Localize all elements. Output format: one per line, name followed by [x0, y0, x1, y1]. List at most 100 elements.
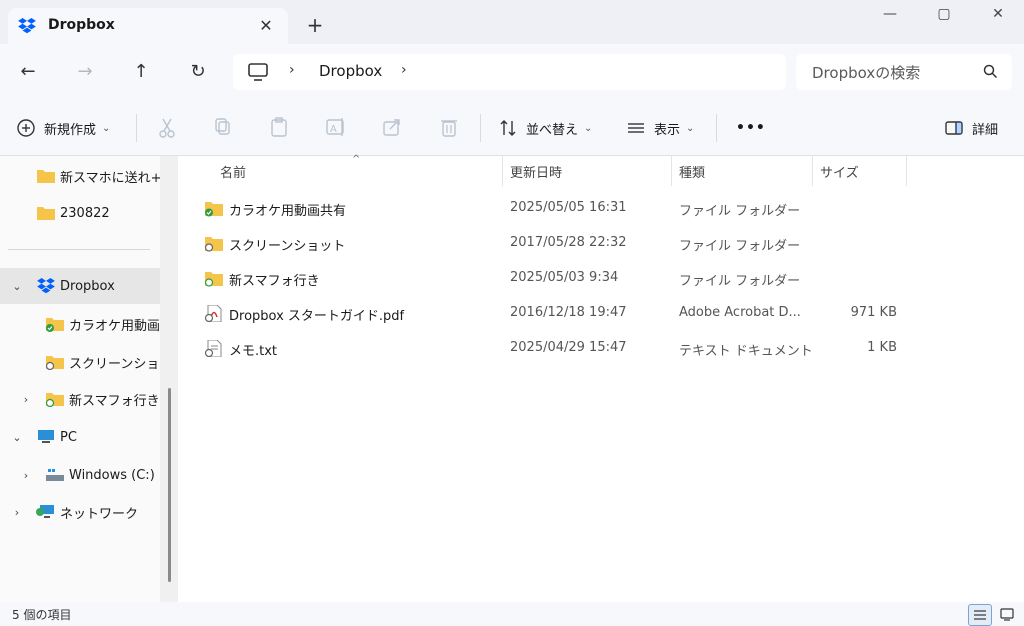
- column-divider[interactable]: [502, 156, 503, 186]
- sidebar-item-new-phone-folder[interactable]: 新スマホに送れ+R: [0, 158, 160, 194]
- file-name: スクリーンショット: [229, 239, 346, 254]
- computer-icon: [248, 63, 268, 81]
- refresh-button[interactable]: ↻: [184, 58, 212, 86]
- sidebar-item-network[interactable]: › ネットワーク: [0, 494, 160, 530]
- file-type: Adobe Acrobat D...: [679, 305, 801, 320]
- column-header-type[interactable]: 種類: [679, 156, 705, 186]
- sort-button-label: 並べ替え: [526, 122, 579, 138]
- close-window-button[interactable]: ✕: [974, 0, 1022, 30]
- breadcrumb-separator-icon[interactable]: ›: [401, 62, 407, 78]
- chevron-down-icon: ⌄: [584, 122, 593, 134]
- sidebar-item-label: 新スマフォ行き: [69, 393, 160, 409]
- file-type: ファイル フォルダー: [679, 204, 801, 219]
- status-bar: 5 個の項目: [0, 602, 1024, 626]
- command-bar: 新規作成 ⌄ A 並べ替え ⌄ 表示 ⌄ ••• 詳細: [0, 100, 1024, 156]
- drive-icon: [46, 469, 64, 481]
- pc-icon: [38, 430, 54, 443]
- column-divider[interactable]: [671, 156, 672, 186]
- sidebar-item-pc[interactable]: ⌄ PC: [0, 419, 160, 455]
- back-button[interactable]: ←: [14, 58, 42, 86]
- folder-icon: [37, 170, 55, 183]
- search-icon[interactable]: [982, 63, 1000, 81]
- shared-folder-icon: [205, 202, 223, 217]
- chevron-down-icon[interactable]: ⌄: [10, 431, 24, 444]
- chevron-down-icon: ⌄: [686, 122, 695, 134]
- details-pane-label: 詳細: [972, 122, 999, 138]
- details-view-icon: [974, 610, 986, 620]
- file-row[interactable]: Dropbox スタートガイド.pdf 2016/12/18 19:47 Ado…: [196, 296, 912, 331]
- breadcrumb-dropbox[interactable]: Dropbox: [319, 62, 382, 80]
- sidebar-item-label: カラオケ用動画共: [69, 318, 160, 334]
- chevron-right-icon[interactable]: ›: [19, 469, 33, 482]
- sort-icon: [500, 120, 516, 136]
- chevron-right-icon[interactable]: ›: [19, 393, 33, 406]
- file-date: 2025/05/05 16:31: [510, 200, 627, 215]
- maximize-button[interactable]: ▢: [920, 0, 968, 30]
- sidebar-item-screenshots[interactable]: スクリーンショット: [0, 344, 160, 380]
- paste-icon[interactable]: [269, 114, 289, 142]
- minimize-button[interactable]: —: [866, 0, 914, 30]
- file-size: 971 KB: [850, 305, 897, 320]
- file-type: ファイル フォルダー: [679, 239, 801, 254]
- share-icon[interactable]: [382, 114, 402, 142]
- sidebar-item-label: スクリーンショット: [69, 356, 160, 372]
- address-bar[interactable]: › Dropbox ›: [233, 54, 786, 90]
- details-pane-button[interactable]: 詳細: [944, 114, 998, 142]
- file-type: テキスト ドキュメント: [679, 344, 813, 359]
- preview-view-button[interactable]: [996, 604, 1020, 626]
- column-divider[interactable]: [906, 156, 907, 186]
- sidebar-divider: [8, 249, 150, 250]
- file-name: メモ.txt: [229, 344, 278, 359]
- search-box[interactable]: Dropboxの検索: [796, 54, 1012, 90]
- file-date: 2016/12/18 19:47: [510, 305, 627, 320]
- sidebar-item-label: Dropbox: [60, 278, 115, 294]
- cut-icon[interactable]: [157, 114, 177, 142]
- file-row[interactable]: カラオケ用動画共有 2025/05/05 16:31 ファイル フォルダー: [196, 191, 912, 226]
- forward-button[interactable]: →: [71, 58, 99, 86]
- breadcrumb-separator-icon[interactable]: ›: [289, 62, 295, 78]
- file-row[interactable]: スクリーンショット 2017/05/28 22:32 ファイル フォルダー: [196, 226, 912, 261]
- sidebar-item-dropbox[interactable]: ⌄ Dropbox: [0, 268, 160, 304]
- column-header-name[interactable]: 名前: [220, 156, 246, 186]
- sidebar-item-label: Windows (C:): [69, 467, 155, 483]
- new-tab-button[interactable]: +: [302, 12, 328, 38]
- sort-button[interactable]: 並べ替え ⌄: [498, 114, 592, 142]
- file-date: 2017/05/28 22:32: [510, 235, 627, 250]
- network-icon: [36, 505, 54, 518]
- plus-circle-icon: [17, 119, 35, 137]
- details-view-button[interactable]: [968, 604, 992, 626]
- sidebar-item-karaoke-folder[interactable]: カラオケ用動画共: [0, 306, 160, 342]
- file-row[interactable]: メモ.txt 2025/04/29 15:47 テキスト ドキュメント 1 KB: [196, 331, 912, 366]
- column-header-size[interactable]: サイズ: [820, 156, 859, 186]
- delete-icon[interactable]: [439, 114, 459, 142]
- file-name: カラオケ用動画共有: [229, 204, 347, 219]
- navigation-pane: 新スマホに送れ+R 230822 ⌄ Dropbox カラオケ用動画共 スクリー…: [0, 156, 160, 602]
- dropbox-logo-icon: [37, 278, 55, 294]
- file-date: 2025/04/29 15:47: [510, 340, 627, 355]
- view-button-label: 表示: [654, 122, 681, 138]
- view-list-icon: [628, 123, 644, 133]
- copy-icon[interactable]: [213, 114, 233, 142]
- tab-dropbox[interactable]: Dropbox ✕: [8, 8, 288, 44]
- chevron-right-icon[interactable]: ›: [10, 506, 24, 519]
- column-header-date[interactable]: 更新日時: [510, 156, 562, 186]
- tab-close-icon[interactable]: ✕: [254, 14, 278, 38]
- navigation-bar: ← → ↑ ↻ › Dropbox › Dropboxの検索: [0, 44, 1024, 100]
- up-button[interactable]: ↑: [127, 58, 155, 86]
- sidebar-item-230822[interactable]: 230822: [0, 195, 160, 231]
- sidebar-scrollbar-thumb[interactable]: [168, 388, 171, 582]
- shared-folder-icon: [45, 393, 64, 407]
- chevron-down-icon[interactable]: ⌄: [10, 280, 24, 293]
- file-row[interactable]: 新スマフォ行き 2025/05/03 9:34 ファイル フォルダー: [196, 261, 912, 296]
- sort-ascending-icon: ^: [352, 154, 361, 165]
- search-placeholder: Dropboxの検索: [812, 64, 921, 82]
- view-button[interactable]: 表示 ⌄: [626, 114, 694, 142]
- rename-icon[interactable]: A: [325, 114, 347, 142]
- sidebar-item-new-phone[interactable]: › 新スマフォ行き: [0, 381, 160, 417]
- sidebar-item-windows-drive[interactable]: › Windows (C:): [0, 457, 160, 493]
- svg-text:A: A: [330, 124, 337, 135]
- more-options-button[interactable]: •••: [736, 114, 766, 142]
- new-button[interactable]: 新規作成 ⌄: [16, 114, 110, 142]
- column-divider[interactable]: [812, 156, 813, 186]
- text-file-icon: [204, 340, 222, 357]
